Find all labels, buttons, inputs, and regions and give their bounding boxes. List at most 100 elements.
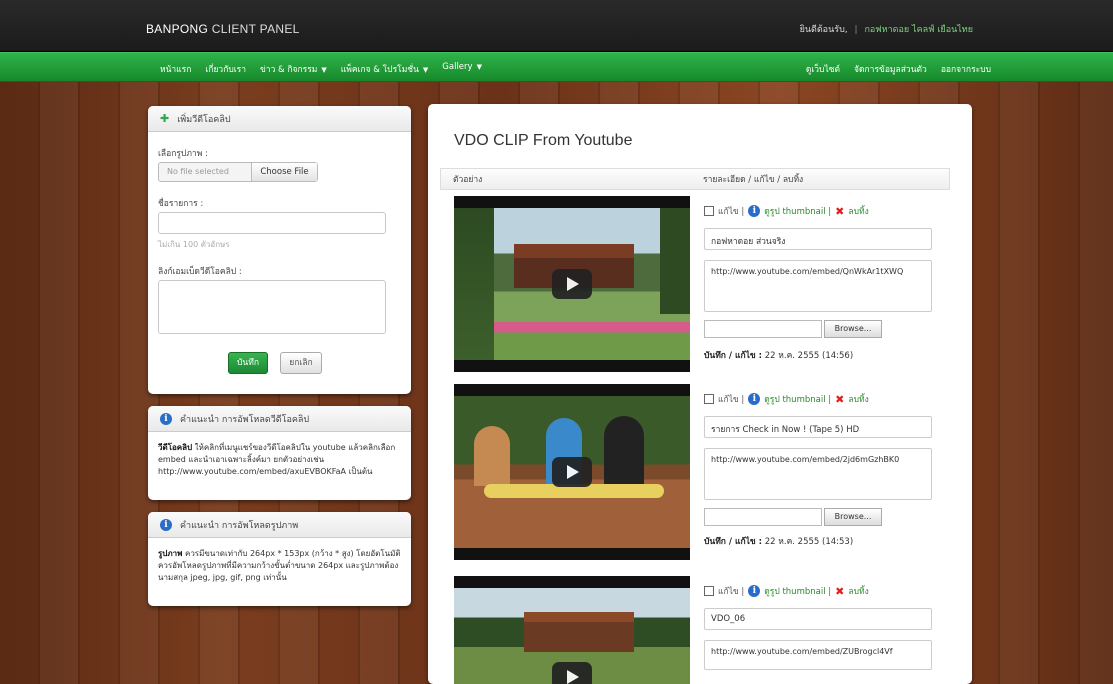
edit-checkbox[interactable] [704,586,714,596]
image-help-body: รูปภาพ ควรมีขนาดเท่ากับ 264px * 153px (ก… [148,538,411,594]
view-thumbnail-link[interactable]: ดูรูป thumbnail | [764,204,831,218]
edit-checkbox[interactable] [704,394,714,404]
nav-item-home[interactable]: หน้าแรก [160,62,191,76]
nav-label: Gallery [442,62,473,72]
chevron-down-icon: ▼ [422,66,429,74]
file-input[interactable]: No file selected Choose File [158,162,318,182]
nav-right: ดูเว็บไซต์ จัดการข้อมูลส่วนตัว ออกจากระบ… [806,62,991,76]
edit-label: แก้ไข | [718,587,745,597]
brand-logo[interactable]: BANPONG CLIENT PANEL [146,22,300,36]
nav-item-news[interactable]: ข่าว & กิจกรรม ▼ [260,62,327,76]
name-hint: ไม่เกิน 100 ตัวอักษร [158,240,230,249]
video-thumbnail[interactable] [454,576,690,684]
add-video-header: ✚ เพิ่มวีดีโอคลิป [148,106,411,132]
chevron-down-icon: ▼ [476,63,482,71]
video-name-field[interactable]: รายการ Check in Now ! (Tape 5) HD [704,416,932,438]
column-example: ตัวอย่าง [453,175,483,185]
info-icon[interactable]: i [748,205,761,217]
welcome-text: ยินดีต้อนรับ, [799,25,848,35]
play-icon[interactable] [552,662,592,684]
play-icon[interactable] [552,457,592,487]
name-input[interactable] [158,212,386,234]
info-icon[interactable]: i [748,393,761,405]
delete-link[interactable]: ลบทิ้ง [848,392,868,406]
image-help-header: i คำแนะนำ การอัพโหลดรูปภาพ [148,512,411,538]
x-icon[interactable]: ✖ [835,205,844,218]
image-help-panel: i คำแนะนำ การอัพโหลดรูปภาพ รูปภาพ ควรมีข… [148,512,411,606]
video-thumbnail[interactable] [454,196,690,372]
video-url-field[interactable]: http://www.youtube.com/embed/2jd6mGzhBK0 [704,448,932,500]
x-icon[interactable]: ✖ [835,585,844,598]
nav-item-packages[interactable]: แพ็คเกจ & โปรโมชั่น ▼ [341,62,429,76]
welcome-area: ยินดีต้อนรับ, | กอฟหาดอย ไคลฟ์ เยือนไทย [800,22,973,36]
video-help-bold: วีดีโอคลิป [158,443,193,452]
embed-textarea[interactable] [158,280,386,334]
video-url-field[interactable]: http://www.youtube.com/embed/QnWkAr1tXWQ [704,260,932,312]
add-video-title: เพิ่มวีดีโอคลิป [177,114,231,125]
nav-item-about[interactable]: เกี่ยวกับเรา [205,62,246,76]
edit-checkbox[interactable] [704,206,714,216]
nav-item-view-site[interactable]: ดูเว็บไซต์ [806,62,840,76]
saved-prefix: บันทึก / แก้ไข : [704,351,763,361]
info-icon[interactable]: i [748,585,761,597]
choose-file-button[interactable]: Choose File [251,163,317,181]
embed-label: ลิงก์เอมเบ็ดวีดีโอคลิป : [158,267,242,277]
saved-date: 22 ห.ค. 2555 (14:56) [762,351,854,361]
video-help-text: ให้คลิกที่เมนูแชร์ของวีดีโอคลิปใน youtub… [158,443,396,476]
info-icon: i [160,412,172,425]
name-label: ชื่อรายการ : [158,199,204,209]
nav-label: ข่าว & กิจกรรม [259,65,318,75]
video-list-panel: VDO CLIP From Youtube ตัวอย่าง รายละเอีย… [428,104,972,684]
save-button[interactable]: บันทึก [228,352,268,374]
video-help-body: วีดีโอคลิป ให้คลิกที่เมนูแชร์ของวีดีโอคล… [148,432,411,488]
x-icon[interactable]: ✖ [835,393,844,406]
thumbnail-path[interactable] [704,320,822,338]
video-help-title: คำแนะนำ การอัพโหลดวีดีโอคลิป [180,414,310,425]
saved-timestamp: บันทึก / แก้ไข : 22 ห.ค. 2555 (14:53) [704,534,853,548]
welcome-separator: | [854,25,858,35]
main-nav: หน้าแรก เกี่ยวกับเรา ข่าว & กิจกรรม ▼ แพ็… [0,52,1113,82]
thumbnail-path[interactable] [704,508,822,526]
no-file-text: No file selected [167,167,229,176]
delete-link[interactable]: ลบทิ้ง [848,584,868,598]
column-actions: รายละเอียด / แก้ไข / ลบทิ้ง [703,175,804,185]
edit-label: แก้ไข | [718,207,745,217]
thumbnail-file-input[interactable]: Browse... [704,508,882,526]
nav-item-logout[interactable]: ออกจากระบบ [941,62,991,76]
image-label: เลือกรูปภาพ : [158,149,208,159]
nav-item-profile[interactable]: จัดการข้อมูลส่วนตัว [854,62,927,76]
info-icon: i [160,518,172,531]
view-thumbnail-link[interactable]: ดูรูป thumbnail | [764,584,831,598]
delete-link[interactable]: ลบทิ้ง [848,204,868,218]
browse-button[interactable]: Browse... [824,508,882,526]
row-actions: แก้ไข | i ดูรูป thumbnail | ✖ ลบทิ้ง [704,584,869,598]
video-name-field[interactable]: VDO_06 [704,608,932,630]
cancel-button[interactable]: ยกเลิก [280,352,322,374]
row-actions: แก้ไข | i ดูรูป thumbnail | ✖ ลบทิ้ง [704,204,869,218]
nav-label: หน้าแรก [160,65,192,75]
video-name-field[interactable]: กอฟหาดอย ส่วนจริง [704,228,932,250]
thumbnail-file-input[interactable]: Browse... [704,320,882,338]
edit-label: แก้ไข | [718,395,745,405]
nav-label: แพ็คเกจ & โปรโมชั่น [340,65,419,75]
saved-timestamp: บันทึก / แก้ไข : 22 ห.ค. 2555 (14:56) [704,348,853,362]
page-title: VDO CLIP From Youtube [454,132,633,149]
saved-date: 22 ห.ค. 2555 (14:53) [762,537,854,547]
view-thumbnail-link[interactable]: ดูรูป thumbnail | [764,392,831,406]
browse-button[interactable]: Browse... [824,320,882,338]
saved-prefix: บันทึก / แก้ไข : [704,537,763,547]
play-icon[interactable] [552,269,592,299]
add-video-panel: ✚ เพิ่มวีดีโอคลิป เลือกรูปภาพ : No file … [148,106,411,394]
table-header: ตัวอย่าง รายละเอียด / แก้ไข / ลบทิ้ง [440,168,950,190]
plus-icon: ✚ [160,112,170,125]
brand-bold: BANPONG [146,22,209,36]
image-help-bold: รูปภาพ [158,549,183,558]
nav-label: เกี่ยวกับเรา [205,65,246,75]
video-help-header: i คำแนะนำ การอัพโหลดวีดีโอคลิป [148,406,411,432]
image-help-title: คำแนะนำ การอัพโหลดรูปภาพ [180,520,299,531]
chevron-down-icon: ▼ [321,66,327,74]
user-name-link[interactable]: กอฟหาดอย ไคลฟ์ เยือนไทย [864,25,973,35]
row-actions: แก้ไข | i ดูรูป thumbnail | ✖ ลบทิ้ง [704,392,869,406]
video-thumbnail[interactable] [454,384,690,560]
nav-item-gallery[interactable]: Gallery ▼ [442,62,482,76]
